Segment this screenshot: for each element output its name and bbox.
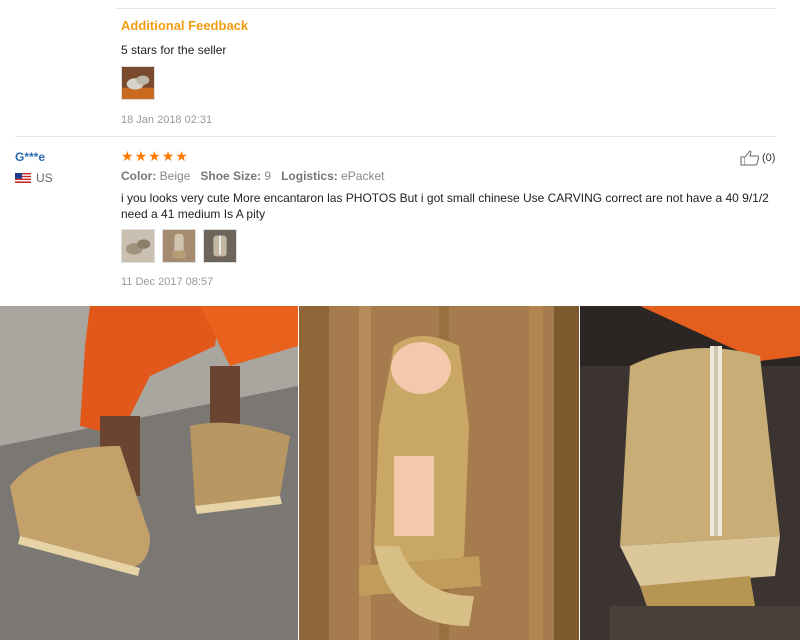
review-divider (15, 136, 775, 137)
like-button[interactable]: (0) (740, 150, 775, 166)
rating-stars: ★ ★ ★ ★ ★ (121, 149, 188, 163)
review-photo-thumb[interactable] (162, 229, 196, 263)
additional-feedback-text: 5 stars for the seller (121, 43, 227, 57)
shoe-worn-photo (0, 306, 298, 640)
shoe-top-photo (299, 306, 579, 640)
shoe-photo-icon (122, 230, 154, 262)
like-count: (0) (762, 152, 776, 164)
review-photo-large[interactable] (580, 306, 800, 640)
logistics-value: ePacket (341, 169, 385, 183)
shoe-photo-icon (204, 230, 236, 262)
shoe-back-photo (580, 306, 800, 640)
size-value: 9 (264, 169, 272, 183)
thumbs-up-icon (740, 150, 760, 166)
country-code: US (36, 171, 53, 185)
reviewer-country: US (15, 171, 53, 185)
shoe-photo-icon (163, 230, 195, 262)
review-photo-large[interactable] (299, 306, 579, 640)
review-photo-thumb[interactable] (203, 229, 237, 263)
review-meta: Color: Beige Shoe Size: 9 Logistics: ePa… (121, 169, 384, 183)
additional-feedback-title: Additional Feedback (121, 18, 249, 33)
additional-feedback-date: 18 Jan 2018 02:31 (121, 114, 213, 126)
star-icon: ★ (134, 148, 148, 164)
logistics-attr: Logistics: ePacket (281, 169, 384, 183)
color-label: Color: (121, 169, 157, 183)
star-icon: ★ (148, 148, 161, 164)
shoe-photo-icon (122, 67, 154, 99)
size-label: Shoe Size: (200, 169, 262, 183)
us-flag-icon (15, 173, 31, 183)
reviewer-name: G***e (15, 150, 46, 164)
color-value: Beige (159, 169, 191, 183)
logistics-label: Logistics: (281, 169, 338, 183)
star-icon: ★ (161, 148, 175, 164)
size-attr: Shoe Size: 9 (200, 169, 271, 183)
star-icon: ★ (175, 148, 188, 164)
star-icon: ★ (121, 148, 134, 164)
color-attr: Color: Beige (121, 169, 190, 183)
review-text: i you looks very cute More encantaron la… (121, 191, 769, 221)
review-date: 11 Dec 2017 08:57 (121, 276, 214, 288)
review-photo-large[interactable] (0, 306, 298, 640)
additional-feedback-photo-thumb[interactable] (121, 66, 155, 100)
review-photo-thumb[interactable] (121, 229, 155, 263)
top-divider (115, 8, 775, 9)
review-photo-strip (0, 306, 800, 640)
